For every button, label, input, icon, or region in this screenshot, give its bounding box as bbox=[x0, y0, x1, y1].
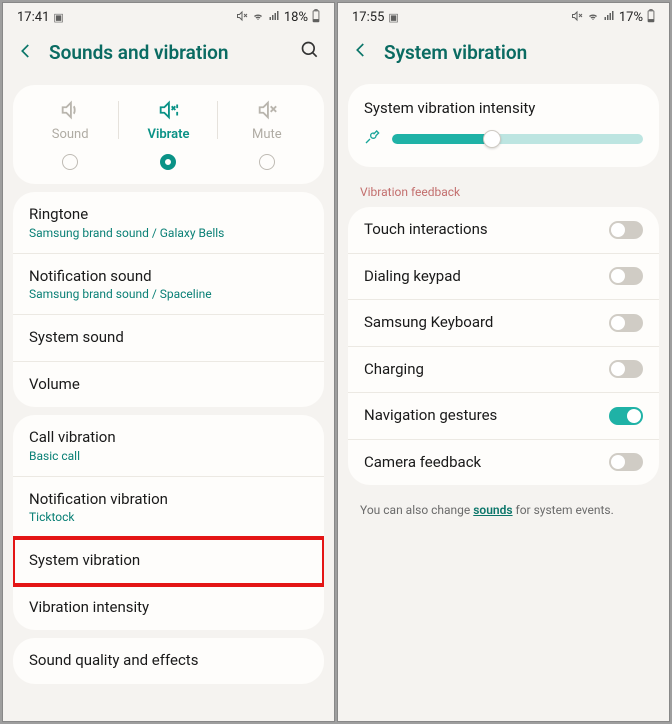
mute-mode-icon bbox=[256, 99, 278, 121]
signal-icon bbox=[268, 10, 280, 25]
sound-mode-card: Sound Vibrate Mute bbox=[13, 85, 324, 184]
page-title: System vibration bbox=[384, 41, 655, 64]
wifi-icon bbox=[587, 10, 599, 25]
battery-icon bbox=[312, 9, 320, 26]
status-battery-pct: 17% bbox=[619, 10, 643, 25]
toggle-touch[interactable] bbox=[609, 221, 643, 239]
row-camera-feedback[interactable]: Camera feedback bbox=[348, 440, 659, 486]
header: Sounds and vibration bbox=[3, 28, 334, 81]
mode-vibrate-radio[interactable] bbox=[160, 154, 176, 170]
row-volume[interactable]: Volume bbox=[13, 362, 324, 408]
feedback-card: Touch interactions Dialing keypad Samsun… bbox=[348, 207, 659, 485]
toggle-navigation[interactable] bbox=[609, 407, 643, 425]
mute-icon bbox=[236, 10, 248, 25]
signal-icon bbox=[603, 10, 615, 25]
mode-sound-label: Sound bbox=[52, 127, 89, 142]
status-time: 17:41 bbox=[17, 10, 49, 25]
intensity-slider[interactable] bbox=[392, 132, 643, 146]
intensity-card: System vibration intensity bbox=[348, 84, 659, 167]
row-ringtone[interactable]: Ringtone Samsung brand sound / Galaxy Be… bbox=[13, 192, 324, 254]
status-time: 17:55 bbox=[352, 10, 384, 25]
mode-mute-radio[interactable] bbox=[259, 154, 275, 170]
image-icon: ▣ bbox=[388, 11, 398, 24]
row-call-vibration[interactable]: Call vibration Basic call bbox=[13, 415, 324, 477]
row-system-sound[interactable]: System sound bbox=[13, 315, 324, 362]
row-sound-quality[interactable]: Sound quality and effects bbox=[13, 638, 324, 684]
left-screenshot: 17:41 ▣ 18% Sounds and vibration bbox=[2, 2, 335, 722]
row-navigation-gestures[interactable]: Navigation gestures bbox=[348, 393, 659, 440]
mute-icon bbox=[571, 10, 583, 25]
wifi-icon bbox=[252, 10, 264, 25]
row-dialing-keypad[interactable]: Dialing keypad bbox=[348, 254, 659, 301]
vibration-feedback-header: Vibration feedback bbox=[338, 171, 669, 203]
row-vibration-intensity[interactable]: Vibration intensity bbox=[13, 585, 324, 631]
sounds-link[interactable]: sounds bbox=[473, 503, 512, 517]
row-system-vibration[interactable]: System vibration bbox=[13, 538, 324, 585]
row-samsung-keyboard[interactable]: Samsung Keyboard bbox=[348, 300, 659, 347]
vibrate-icon bbox=[157, 99, 179, 121]
back-icon[interactable] bbox=[17, 41, 35, 65]
toggle-charging[interactable] bbox=[609, 360, 643, 378]
row-touch-interactions[interactable]: Touch interactions bbox=[348, 207, 659, 254]
sound-settings-card: Ringtone Samsung brand sound / Galaxy Be… bbox=[13, 192, 324, 407]
slider-thumb[interactable] bbox=[483, 130, 501, 148]
row-charging[interactable]: Charging bbox=[348, 347, 659, 394]
row-notification-vibration[interactable]: Notification vibration Ticktock bbox=[13, 477, 324, 539]
mode-vibrate[interactable]: Vibrate bbox=[119, 99, 217, 142]
mode-sound[interactable]: Sound bbox=[21, 99, 119, 142]
vibration-settings-card: Call vibration Basic call Notification v… bbox=[13, 415, 324, 630]
mode-mute-label: Mute bbox=[252, 127, 282, 142]
row-notification-sound[interactable]: Notification sound Samsung brand sound /… bbox=[13, 254, 324, 316]
page-title: Sounds and vibration bbox=[49, 41, 286, 64]
intensity-label: System vibration intensity bbox=[348, 84, 659, 121]
header: System vibration bbox=[338, 28, 669, 80]
search-icon[interactable] bbox=[300, 40, 320, 65]
mode-mute[interactable]: Mute bbox=[218, 99, 316, 142]
mode-vibrate-label: Vibrate bbox=[148, 127, 190, 142]
image-icon: ▣ bbox=[53, 11, 63, 24]
footer-note: You can also change sounds for system ev… bbox=[338, 489, 669, 531]
toggle-keyboard[interactable] bbox=[609, 314, 643, 332]
status-bar: 17:41 ▣ 18% bbox=[3, 3, 334, 28]
back-icon[interactable] bbox=[352, 40, 370, 64]
right-screenshot: 17:55 ▣ 17% System vibration System vibr… bbox=[337, 2, 670, 722]
sound-icon bbox=[59, 99, 81, 121]
status-battery-pct: 18% bbox=[284, 10, 308, 25]
sound-quality-card: Sound quality and effects bbox=[13, 638, 324, 684]
wrench-icon bbox=[364, 129, 380, 149]
battery-icon bbox=[647, 9, 655, 26]
toggle-camera[interactable] bbox=[609, 453, 643, 471]
toggle-dialing[interactable] bbox=[609, 267, 643, 285]
status-bar: 17:55 ▣ 17% bbox=[338, 3, 669, 28]
mode-sound-radio[interactable] bbox=[62, 154, 78, 170]
